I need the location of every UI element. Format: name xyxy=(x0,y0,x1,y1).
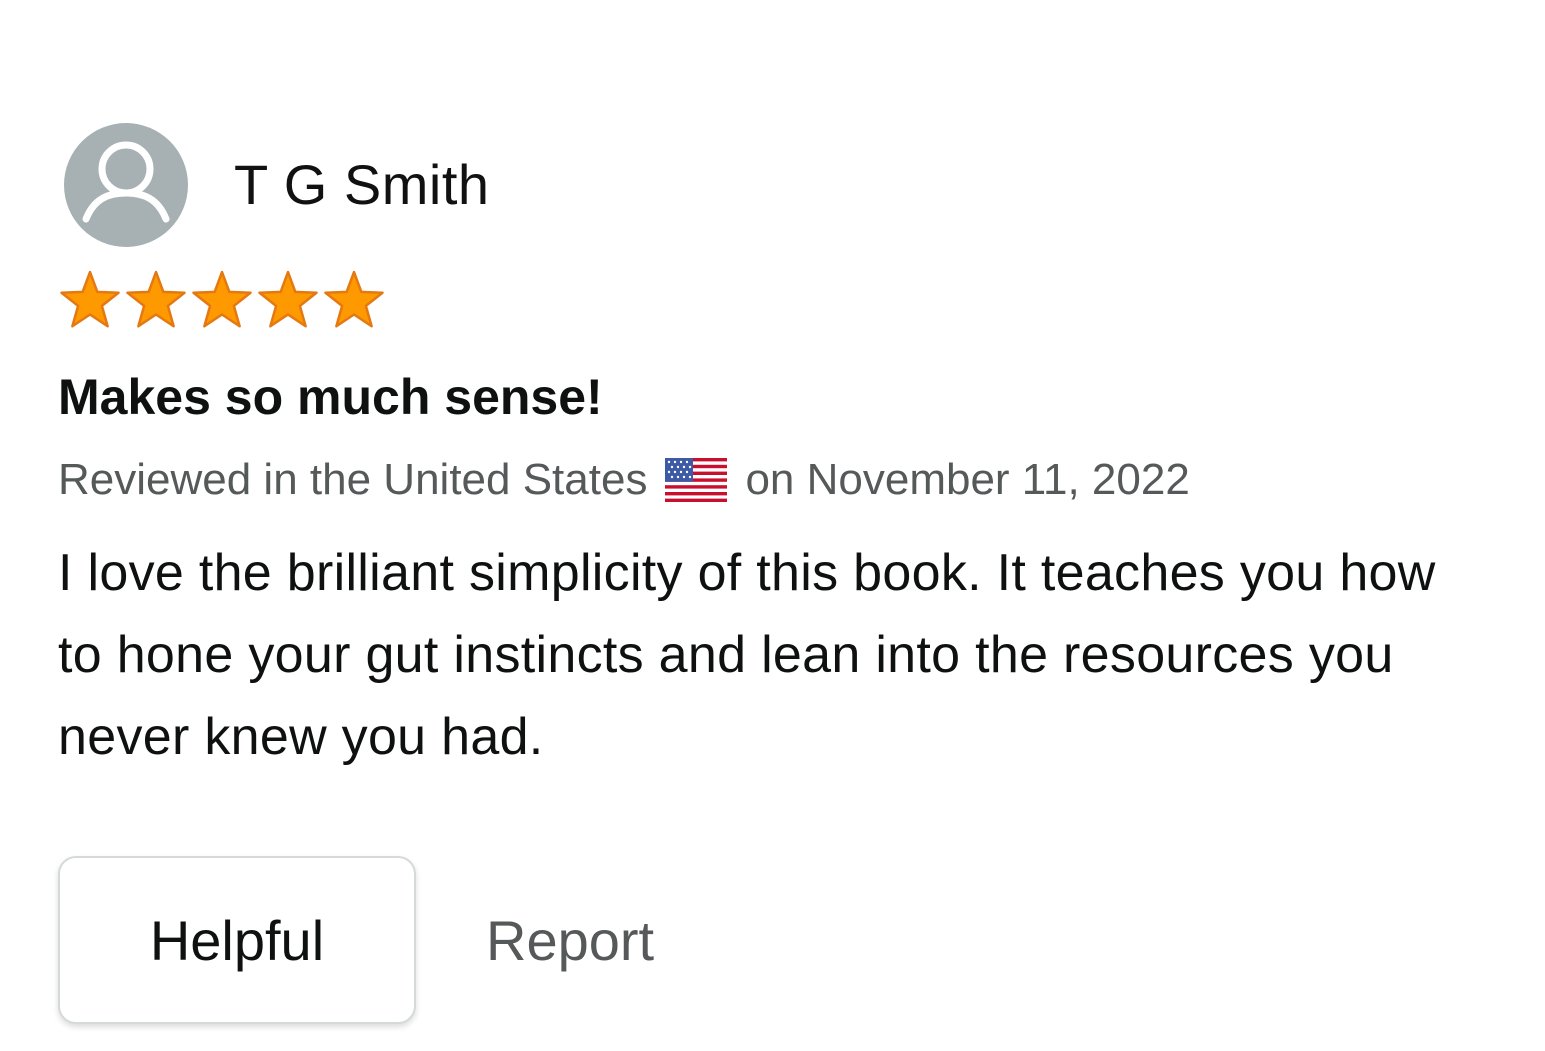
report-link[interactable]: Report xyxy=(486,908,654,973)
review-actions: Helpful Report xyxy=(58,856,1498,1024)
review-location: Reviewed in the United States xyxy=(58,455,648,504)
review-date: on November 11, 2022 xyxy=(745,455,1190,504)
review-body: I love the brilliant simplicity of this … xyxy=(58,544,1436,766)
reviewer-profile[interactable]: T G Smith xyxy=(64,122,1498,248)
review-title[interactable]: Makes so much sense! xyxy=(58,368,1498,426)
star-icon xyxy=(258,270,318,328)
star-rating[interactable] xyxy=(58,268,1498,332)
review-card: T G Smith Makes so much sense! Reviewed … xyxy=(58,122,1498,1024)
avatar xyxy=(64,123,188,247)
reviewer-name[interactable]: T G Smith xyxy=(234,157,490,213)
us-flag-icon xyxy=(665,458,728,502)
review-meta: Reviewed in the United States on Novembe… xyxy=(58,454,1498,506)
star-icon xyxy=(60,270,120,328)
helpful-button[interactable]: Helpful xyxy=(58,856,416,1024)
star-icon xyxy=(192,270,252,328)
star-icon xyxy=(324,270,384,328)
star-icon xyxy=(126,270,186,328)
user-silhouette-icon xyxy=(82,141,170,223)
